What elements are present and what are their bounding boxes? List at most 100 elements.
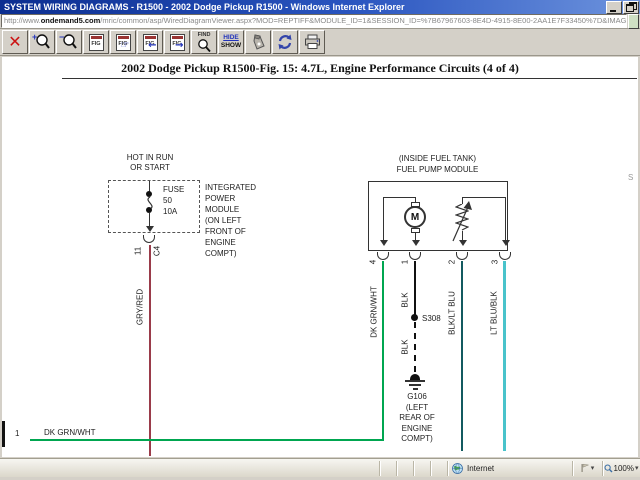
previous-figure-button[interactable]: FIG← bbox=[137, 30, 163, 54]
status-pane bbox=[413, 461, 430, 476]
blk-wire-label: BLK bbox=[401, 292, 410, 307]
minus-icon: − bbox=[59, 32, 64, 42]
cutoff-component-edge bbox=[2, 421, 5, 447]
status-pane bbox=[396, 461, 413, 476]
blk-ground-wire-dashed bbox=[414, 322, 416, 372]
view-figure-button[interactable]: FIG bbox=[83, 30, 109, 54]
hand-icon: ☞ bbox=[121, 41, 130, 51]
splice-label: S308 bbox=[422, 314, 441, 323]
status-bar: Internet ▾ 100% ▾ bbox=[0, 458, 640, 477]
figure-document-icon: FIG☞ bbox=[116, 34, 131, 51]
chevron-down-icon: ▾ bbox=[591, 464, 595, 472]
plus-icon: + bbox=[32, 32, 37, 42]
ground-icon bbox=[405, 380, 425, 382]
flag-icon bbox=[580, 463, 590, 473]
lt-blu-blk-wire-label: LT BLU/BLK bbox=[490, 291, 499, 335]
minimize-button[interactable] bbox=[606, 1, 622, 14]
ground-icon bbox=[413, 388, 418, 390]
print-button[interactable] bbox=[299, 30, 325, 54]
variable-arrow-icon bbox=[449, 199, 475, 245]
ground-location-label: G106 (LEFT REAR OF ENGINE COMPT) bbox=[377, 392, 457, 445]
close-figure-button[interactable]: ✕ bbox=[2, 30, 28, 54]
splice-dot bbox=[411, 314, 418, 321]
pin-number-label: 2 bbox=[448, 260, 457, 264]
dk-grn-wht-horizontal-wire bbox=[30, 439, 384, 441]
url-input[interactable]: http://www.ondemand5.com/mric/common/asp… bbox=[1, 14, 627, 28]
fuel-pump-module-box bbox=[368, 181, 508, 251]
blk-lt-blu-wire bbox=[461, 261, 463, 451]
figure-document-icon: FIG→ bbox=[170, 34, 185, 51]
pin-number-label: 4 bbox=[369, 260, 378, 264]
next-figure-button[interactable]: FIG→ bbox=[164, 30, 190, 54]
figure-title: 2002 Dodge Pickup R1500-Fig. 15: 4.7L, E… bbox=[0, 61, 640, 76]
blk-lt-blu-wire-label: BLK/LT BLU bbox=[448, 291, 457, 335]
ipm-pin-label: 11 bbox=[134, 247, 143, 255]
fuse-number-label: 50 bbox=[163, 196, 172, 205]
refresh-icon bbox=[276, 33, 294, 51]
figure-title-divider bbox=[62, 78, 637, 79]
ipm-location-note: INTEGRATED POWER MODULE (ON LEFT FRONT O… bbox=[205, 182, 256, 259]
eraser-jug-button[interactable] bbox=[245, 30, 271, 54]
figure-document-icon: FIG bbox=[89, 34, 104, 51]
zoom-level-label: 100% bbox=[614, 464, 634, 473]
hide-show-label: HIDESHOW bbox=[221, 34, 241, 50]
current-direction-arrow bbox=[146, 226, 154, 232]
zone-label: Internet bbox=[467, 464, 494, 473]
chevron-down-icon: ▾ bbox=[635, 464, 639, 472]
hide-show-button[interactable]: HIDESHOW bbox=[218, 30, 244, 54]
status-pane bbox=[430, 461, 447, 476]
title-bar: SYSTEM WIRING DIAGRAMS - R1500 - 2002 Do… bbox=[0, 0, 640, 14]
fuse-name-label: FUSE bbox=[163, 185, 184, 194]
viewer-toolbar: ✕ + − FIG FIG☞ FIG← FIG→ FIND HIDESHOW bbox=[0, 29, 640, 56]
find-button[interactable]: FIND bbox=[191, 30, 217, 54]
zoom-in-button[interactable]: + bbox=[29, 30, 55, 54]
refresh-button[interactable] bbox=[272, 30, 298, 54]
cutoff-right-text: S bbox=[628, 173, 633, 182]
go-button[interactable] bbox=[628, 14, 639, 29]
close-icon: ✕ bbox=[8, 34, 21, 50]
gry-red-wire-label: GRY/RED bbox=[136, 289, 145, 325]
find-label: FIND bbox=[192, 32, 216, 38]
pin-arrow bbox=[380, 240, 388, 246]
lt-blu-blk-wire bbox=[503, 261, 506, 451]
url-protocol: http://www. bbox=[4, 16, 41, 25]
gry-red-wire bbox=[149, 245, 151, 456]
ground-icon bbox=[409, 384, 421, 386]
motor-branch-left-lead bbox=[383, 197, 384, 241]
fuel-pump-motor-icon: M bbox=[404, 206, 426, 228]
eraser-jug-icon bbox=[249, 33, 267, 51]
arrow-left-icon: ← bbox=[148, 41, 156, 51]
address-bar: http://www.ondemand5.com/mric/common/asp… bbox=[0, 14, 640, 29]
zoom-magnifier-icon bbox=[604, 464, 613, 473]
security-zone-pane: Internet bbox=[447, 461, 572, 476]
protected-mode-pane[interactable]: ▾ bbox=[572, 461, 602, 476]
pin-arrow bbox=[502, 240, 510, 246]
arrow-right-icon: → bbox=[175, 41, 183, 51]
pin-number-label: 1 bbox=[401, 260, 410, 264]
fuel-pump-module-label: (INSIDE FUEL TANK) FUEL PUMP MODULE bbox=[355, 153, 520, 175]
pin-arrow bbox=[412, 240, 420, 246]
dk-grn-wht-horizontal-label: DK GRN/WHT bbox=[44, 428, 96, 437]
blk-ground-wire-label: BLK bbox=[401, 339, 410, 354]
figure-document-icon: FIG← bbox=[143, 34, 158, 51]
pan-figure-button[interactable]: FIG☞ bbox=[110, 30, 136, 54]
zoom-out-button[interactable]: − bbox=[56, 30, 82, 54]
fuse-rating-label: 10A bbox=[163, 207, 177, 216]
pin-number-label: 3 bbox=[491, 260, 500, 264]
window-title: SYSTEM WIRING DIAGRAMS - R1500 - 2002 Do… bbox=[0, 0, 606, 14]
motor-branch-bus bbox=[383, 197, 416, 198]
sender-branch-right-lead bbox=[505, 197, 506, 241]
zoom-control-pane[interactable]: 100% ▾ bbox=[602, 461, 640, 476]
url-path: /mric/common/asp/WiredDiagramViewer.aspx… bbox=[100, 16, 627, 25]
dk-grn-wht-wire-label: DK GRN/WHT bbox=[370, 286, 379, 338]
printer-icon bbox=[303, 33, 322, 51]
browser-window: SYSTEM WIRING DIAGRAMS - R1500 - 2002 Do… bbox=[0, 0, 640, 480]
diagram-canvas bbox=[2, 57, 638, 457]
status-pane bbox=[379, 461, 396, 476]
pin-arrow bbox=[459, 240, 467, 246]
blk-wire bbox=[414, 261, 416, 318]
restore-button[interactable] bbox=[623, 1, 639, 14]
fuse-lead-bottom bbox=[149, 213, 150, 226]
ipm-connector-label: C4 bbox=[153, 246, 162, 256]
url-domain: ondemand5.com bbox=[41, 16, 101, 25]
